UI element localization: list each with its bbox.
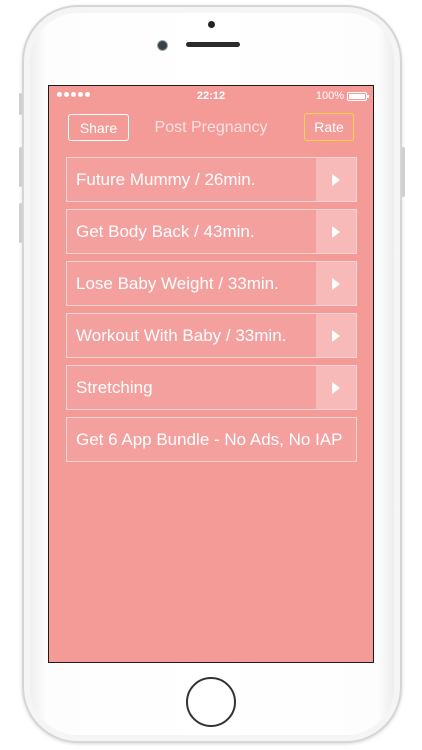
play-button[interactable] bbox=[316, 366, 356, 409]
workout-label: Future Mummy / 26min. bbox=[76, 170, 256, 189]
power-button bbox=[402, 147, 405, 197]
workout-label: Workout With Baby / 33min. bbox=[76, 326, 287, 345]
share-button[interactable]: Share bbox=[68, 114, 129, 141]
mute-switch bbox=[19, 93, 22, 115]
status-bar: 22:12 100% bbox=[49, 86, 373, 108]
workout-row-future-mummy[interactable]: Future Mummy / 26min. bbox=[66, 157, 357, 202]
volume-up-button bbox=[19, 147, 22, 187]
play-button[interactable] bbox=[316, 314, 356, 357]
play-button[interactable] bbox=[316, 158, 356, 201]
play-icon bbox=[332, 381, 340, 394]
home-button[interactable] bbox=[186, 677, 236, 727]
play-button[interactable] bbox=[316, 210, 356, 253]
front-camera bbox=[157, 40, 168, 51]
workout-label: Get Body Back / 43min. bbox=[76, 222, 255, 241]
app-screen: 22:12 100% Share Post Pregnancy Rate Fut… bbox=[48, 85, 374, 663]
play-icon bbox=[332, 173, 340, 186]
workout-label: Lose Baby Weight / 33min. bbox=[76, 274, 279, 293]
rate-button[interactable]: Rate bbox=[304, 113, 354, 141]
nav-bar: Share Post Pregnancy Rate bbox=[49, 112, 373, 144]
play-icon bbox=[332, 277, 340, 290]
workout-list: Future Mummy / 26min. Get Body Back / 43… bbox=[66, 157, 357, 469]
proximity-sensor bbox=[208, 21, 215, 28]
page-title: Post Pregnancy bbox=[154, 119, 268, 136]
workout-row-workout-with-baby[interactable]: Workout With Baby / 33min. bbox=[66, 313, 357, 358]
battery-icon bbox=[347, 91, 369, 101]
volume-down-button bbox=[19, 203, 22, 243]
battery-percent: 100% bbox=[315, 90, 344, 102]
play-icon bbox=[332, 329, 340, 342]
play-button[interactable] bbox=[316, 262, 356, 305]
bundle-label: Get 6 App Bundle - No Ads, No IAP bbox=[76, 430, 343, 449]
workout-row-get-body-back[interactable]: Get Body Back / 43min. bbox=[66, 209, 357, 254]
workout-row-stretching[interactable]: Stretching bbox=[66, 365, 357, 410]
workout-label: Stretching bbox=[76, 378, 153, 397]
bundle-offer-row[interactable]: Get 6 App Bundle - No Ads, No IAP bbox=[66, 417, 357, 462]
play-icon bbox=[332, 225, 340, 238]
workout-row-lose-baby-weight[interactable]: Lose Baby Weight / 33min. bbox=[66, 261, 357, 306]
earpiece-speaker bbox=[186, 42, 240, 47]
battery-indicator: 100% bbox=[315, 90, 369, 102]
